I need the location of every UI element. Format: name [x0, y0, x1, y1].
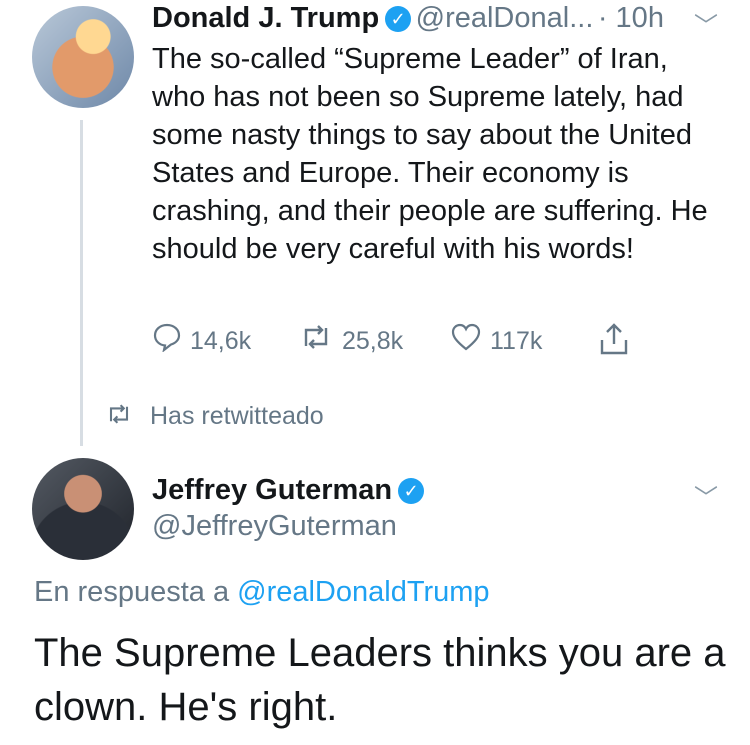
verified-icon: ✓ — [385, 6, 412, 32]
like-button[interactable]: 117k — [450, 322, 542, 360]
reply-count: 14,6k — [190, 326, 252, 355]
share-icon — [598, 322, 630, 364]
author-name[interactable]: Donald J. Trump — [152, 2, 379, 34]
tweet2-name-row: Jeffrey Guterman ✓ — [152, 474, 425, 507]
tweet1-header: Donald J. Trump ✓ @realDonal... · 10h — [152, 2, 664, 35]
chevron-down-icon[interactable]: ﹀ — [694, 478, 718, 513]
retweet-small-icon — [104, 402, 134, 431]
thread-line — [80, 120, 83, 446]
verified-icon: ✓ — [398, 478, 425, 504]
share-button[interactable] — [598, 322, 638, 364]
chevron-down-icon[interactable]: ﹀ — [694, 6, 718, 41]
reply-prefix: En respuesta a — [34, 576, 230, 608]
reply-context: En respuesta a @realDonaldTrump — [34, 576, 490, 609]
retweet-icon — [298, 322, 334, 360]
tweet-time[interactable]: · 10h — [598, 2, 664, 34]
tweet2-text: The Supreme Leaders thinks you are a clo… — [34, 631, 726, 729]
heart-icon — [450, 322, 482, 360]
retweeted-indicator: Has retwitteado — [104, 402, 324, 431]
reply-button[interactable]: 14,6k — [152, 322, 251, 360]
reply-handle-link[interactable]: @realDonaldTrump — [237, 576, 489, 608]
reply-icon — [152, 322, 182, 360]
author-handle[interactable]: @JeffreyGuterman — [152, 510, 397, 543]
tweet1-text: The so-called “Supreme Leader” of Iran, … — [152, 43, 708, 265]
author-name[interactable]: Jeffrey Guterman — [152, 474, 392, 506]
retweeted-label: Has retwitteado — [150, 402, 324, 430]
avatar-jeffrey-guterman[interactable] — [32, 458, 134, 560]
retweet-button[interactable]: 25,8k — [298, 322, 403, 360]
author-handle[interactable]: @realDonal... — [416, 2, 594, 34]
avatar-donald-trump[interactable] — [32, 6, 134, 108]
like-count: 117k — [490, 326, 543, 355]
retweet-count: 25,8k — [342, 326, 404, 355]
